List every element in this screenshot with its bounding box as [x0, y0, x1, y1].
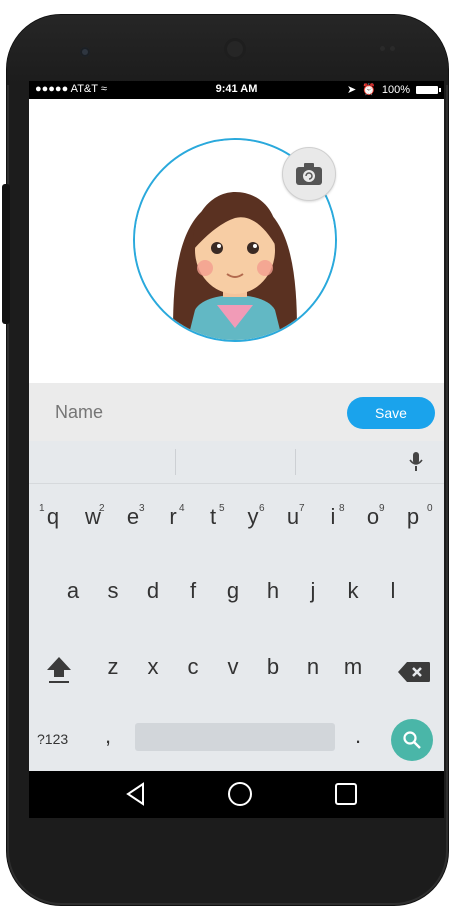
- symbols-key[interactable]: ?123: [37, 731, 68, 747]
- suggestion-divider: [295, 449, 296, 475]
- key-e[interactable]: 3e: [113, 497, 153, 537]
- key-w[interactable]: 2w: [73, 497, 113, 537]
- save-button[interactable]: Save: [347, 397, 435, 429]
- key-s[interactable]: s: [93, 571, 133, 611]
- key-p[interactable]: 0p: [393, 497, 433, 537]
- key-m[interactable]: m: [333, 647, 373, 687]
- key-c[interactable]: c: [173, 647, 213, 687]
- key-y[interactable]: 6y: [233, 497, 273, 537]
- alarm-icon: ⏰: [362, 84, 376, 96]
- key-l[interactable]: l: [373, 571, 413, 611]
- key-a[interactable]: a: [53, 571, 93, 611]
- key-z[interactable]: z: [93, 647, 133, 687]
- microphone-icon[interactable]: [409, 451, 423, 473]
- keyboard: 1q 2w 3e 4r 5t 6y 7u 8i 9o 0p a s d f g …: [29, 441, 444, 771]
- key-o[interactable]: 9o: [353, 497, 393, 537]
- key-i[interactable]: 8i: [313, 497, 353, 537]
- key-t[interactable]: 5t: [193, 497, 233, 537]
- navigation-bar: [29, 771, 444, 818]
- battery-percent: 100%: [381, 83, 410, 96]
- battery-icon: [416, 85, 441, 94]
- backspace-icon[interactable]: [397, 661, 431, 683]
- change-photo-button[interactable]: [282, 147, 336, 201]
- key-x[interactable]: x: [133, 647, 173, 687]
- key-b[interactable]: b: [253, 647, 293, 687]
- back-icon[interactable]: [123, 781, 149, 807]
- key-n[interactable]: n: [293, 647, 333, 687]
- key-r[interactable]: 4r: [153, 497, 193, 537]
- name-input[interactable]: [53, 401, 307, 424]
- key-g[interactable]: g: [213, 571, 253, 611]
- phone-side-button: [2, 184, 10, 324]
- earpiece-speaker: [224, 38, 246, 60]
- key-v[interactable]: v: [213, 647, 253, 687]
- location-icon: ➤: [346, 84, 357, 96]
- key-q[interactable]: 1q: [33, 497, 73, 537]
- search-icon: [403, 731, 421, 749]
- key-f[interactable]: f: [173, 571, 213, 611]
- front-camera: [80, 47, 90, 57]
- key-u[interactable]: 7u: [273, 497, 313, 537]
- proximity-sensors: [380, 46, 398, 52]
- suggestion-divider: [175, 449, 176, 475]
- home-icon[interactable]: [227, 781, 253, 807]
- search-key[interactable]: [391, 719, 433, 761]
- recent-apps-icon[interactable]: [333, 781, 359, 807]
- key-h[interactable]: h: [253, 571, 293, 611]
- key-d[interactable]: d: [133, 571, 173, 611]
- status-bar: ●●●●● AT&T ≈ 9:41 AM ➤ ⏰ 100%: [29, 81, 444, 99]
- key-j[interactable]: j: [293, 571, 333, 611]
- comma-key[interactable]: ,: [105, 723, 111, 749]
- period-key[interactable]: .: [355, 723, 361, 749]
- status-right: ➤ ⏰ 100%: [346, 83, 441, 96]
- screen: ●●●●● AT&T ≈ 9:41 AM ➤ ⏰ 100% Name Save …: [29, 81, 444, 818]
- shift-icon[interactable]: [43, 653, 75, 685]
- suggestion-strip: [29, 441, 444, 484]
- camera-icon: [296, 163, 322, 185]
- name-bar: Save: [29, 383, 444, 441]
- key-k[interactable]: k: [333, 571, 373, 611]
- spacebar[interactable]: [135, 723, 335, 751]
